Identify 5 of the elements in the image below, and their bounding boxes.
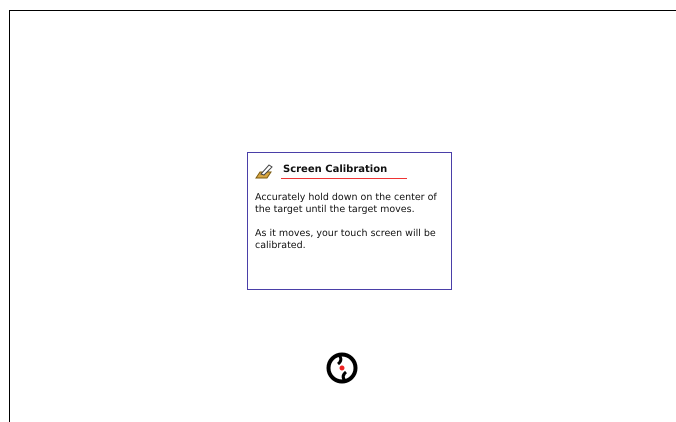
pen-icon xyxy=(255,162,275,180)
calibration-target-icon[interactable] xyxy=(325,351,359,385)
instruction-text: As it moves, your touch screen will be calibrated. xyxy=(255,228,437,252)
instruction-text: Accurately hold down on the center of the target until the target moves. xyxy=(255,192,438,216)
dialog-title: Screen Calibration xyxy=(281,164,408,178)
